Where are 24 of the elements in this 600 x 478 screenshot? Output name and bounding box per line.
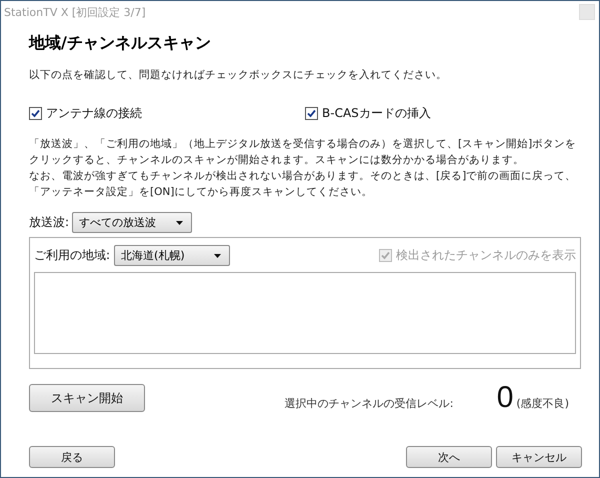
note-text: なお、電波が強すぎてもチャンネルが検出されない場合があります。そのときは、[戻る]で前の画面に戻って、「アッテネータ設定」を[ON]にしてから再度スキャンしてください。: [29, 169, 578, 200]
scan-start-button[interactable]: スキャン開始: [29, 384, 145, 412]
region-label: ご利用の地域:: [34, 247, 110, 264]
caret-icon: [176, 220, 184, 224]
region-dropdown[interactable]: 北海道(札幌): [114, 245, 230, 266]
signal-label: 選択中のチャンネルの受信レベル:: [284, 396, 454, 411]
broadcast-label: 放送波:: [29, 214, 70, 231]
next-button[interactable]: 次へ: [406, 446, 492, 468]
window-title: StationTV X [初回設定 3/7]: [4, 4, 146, 20]
checkbox[interactable]: [29, 107, 42, 120]
checkbox-label: 検出されたチャンネルのみを表示: [396, 247, 576, 264]
broadcast-dropdown[interactable]: すべての放送波: [72, 212, 192, 233]
signal-value: 0: [496, 381, 514, 415]
caret-icon: [214, 254, 222, 258]
checkbox-label: B-CASカードの挿入: [322, 105, 431, 122]
checkbox[interactable]: [305, 107, 318, 120]
back-button[interactable]: 戻る: [29, 446, 115, 468]
checkbox-label: アンテナ線の接続: [46, 105, 142, 122]
cancel-button[interactable]: キャンセル: [496, 446, 582, 468]
signal-status: (感度不良): [516, 396, 569, 411]
instruction-text: 以下の点を確認して、問題なければチェックボックスにチェックを入れてください。: [29, 68, 448, 83]
channel-list[interactable]: [34, 272, 576, 354]
note-text: 「放送波」、「ご利用の地域」（地上デジタル放送を受信する場合のみ）を選択して、[スキャン開始]ボタンをクリックすると、チャンネルのスキャンが開始されます。スキャンには数分かかる場合があります。: [29, 137, 578, 168]
page-heading: 地域/チャンネルスキャン: [29, 33, 212, 54]
